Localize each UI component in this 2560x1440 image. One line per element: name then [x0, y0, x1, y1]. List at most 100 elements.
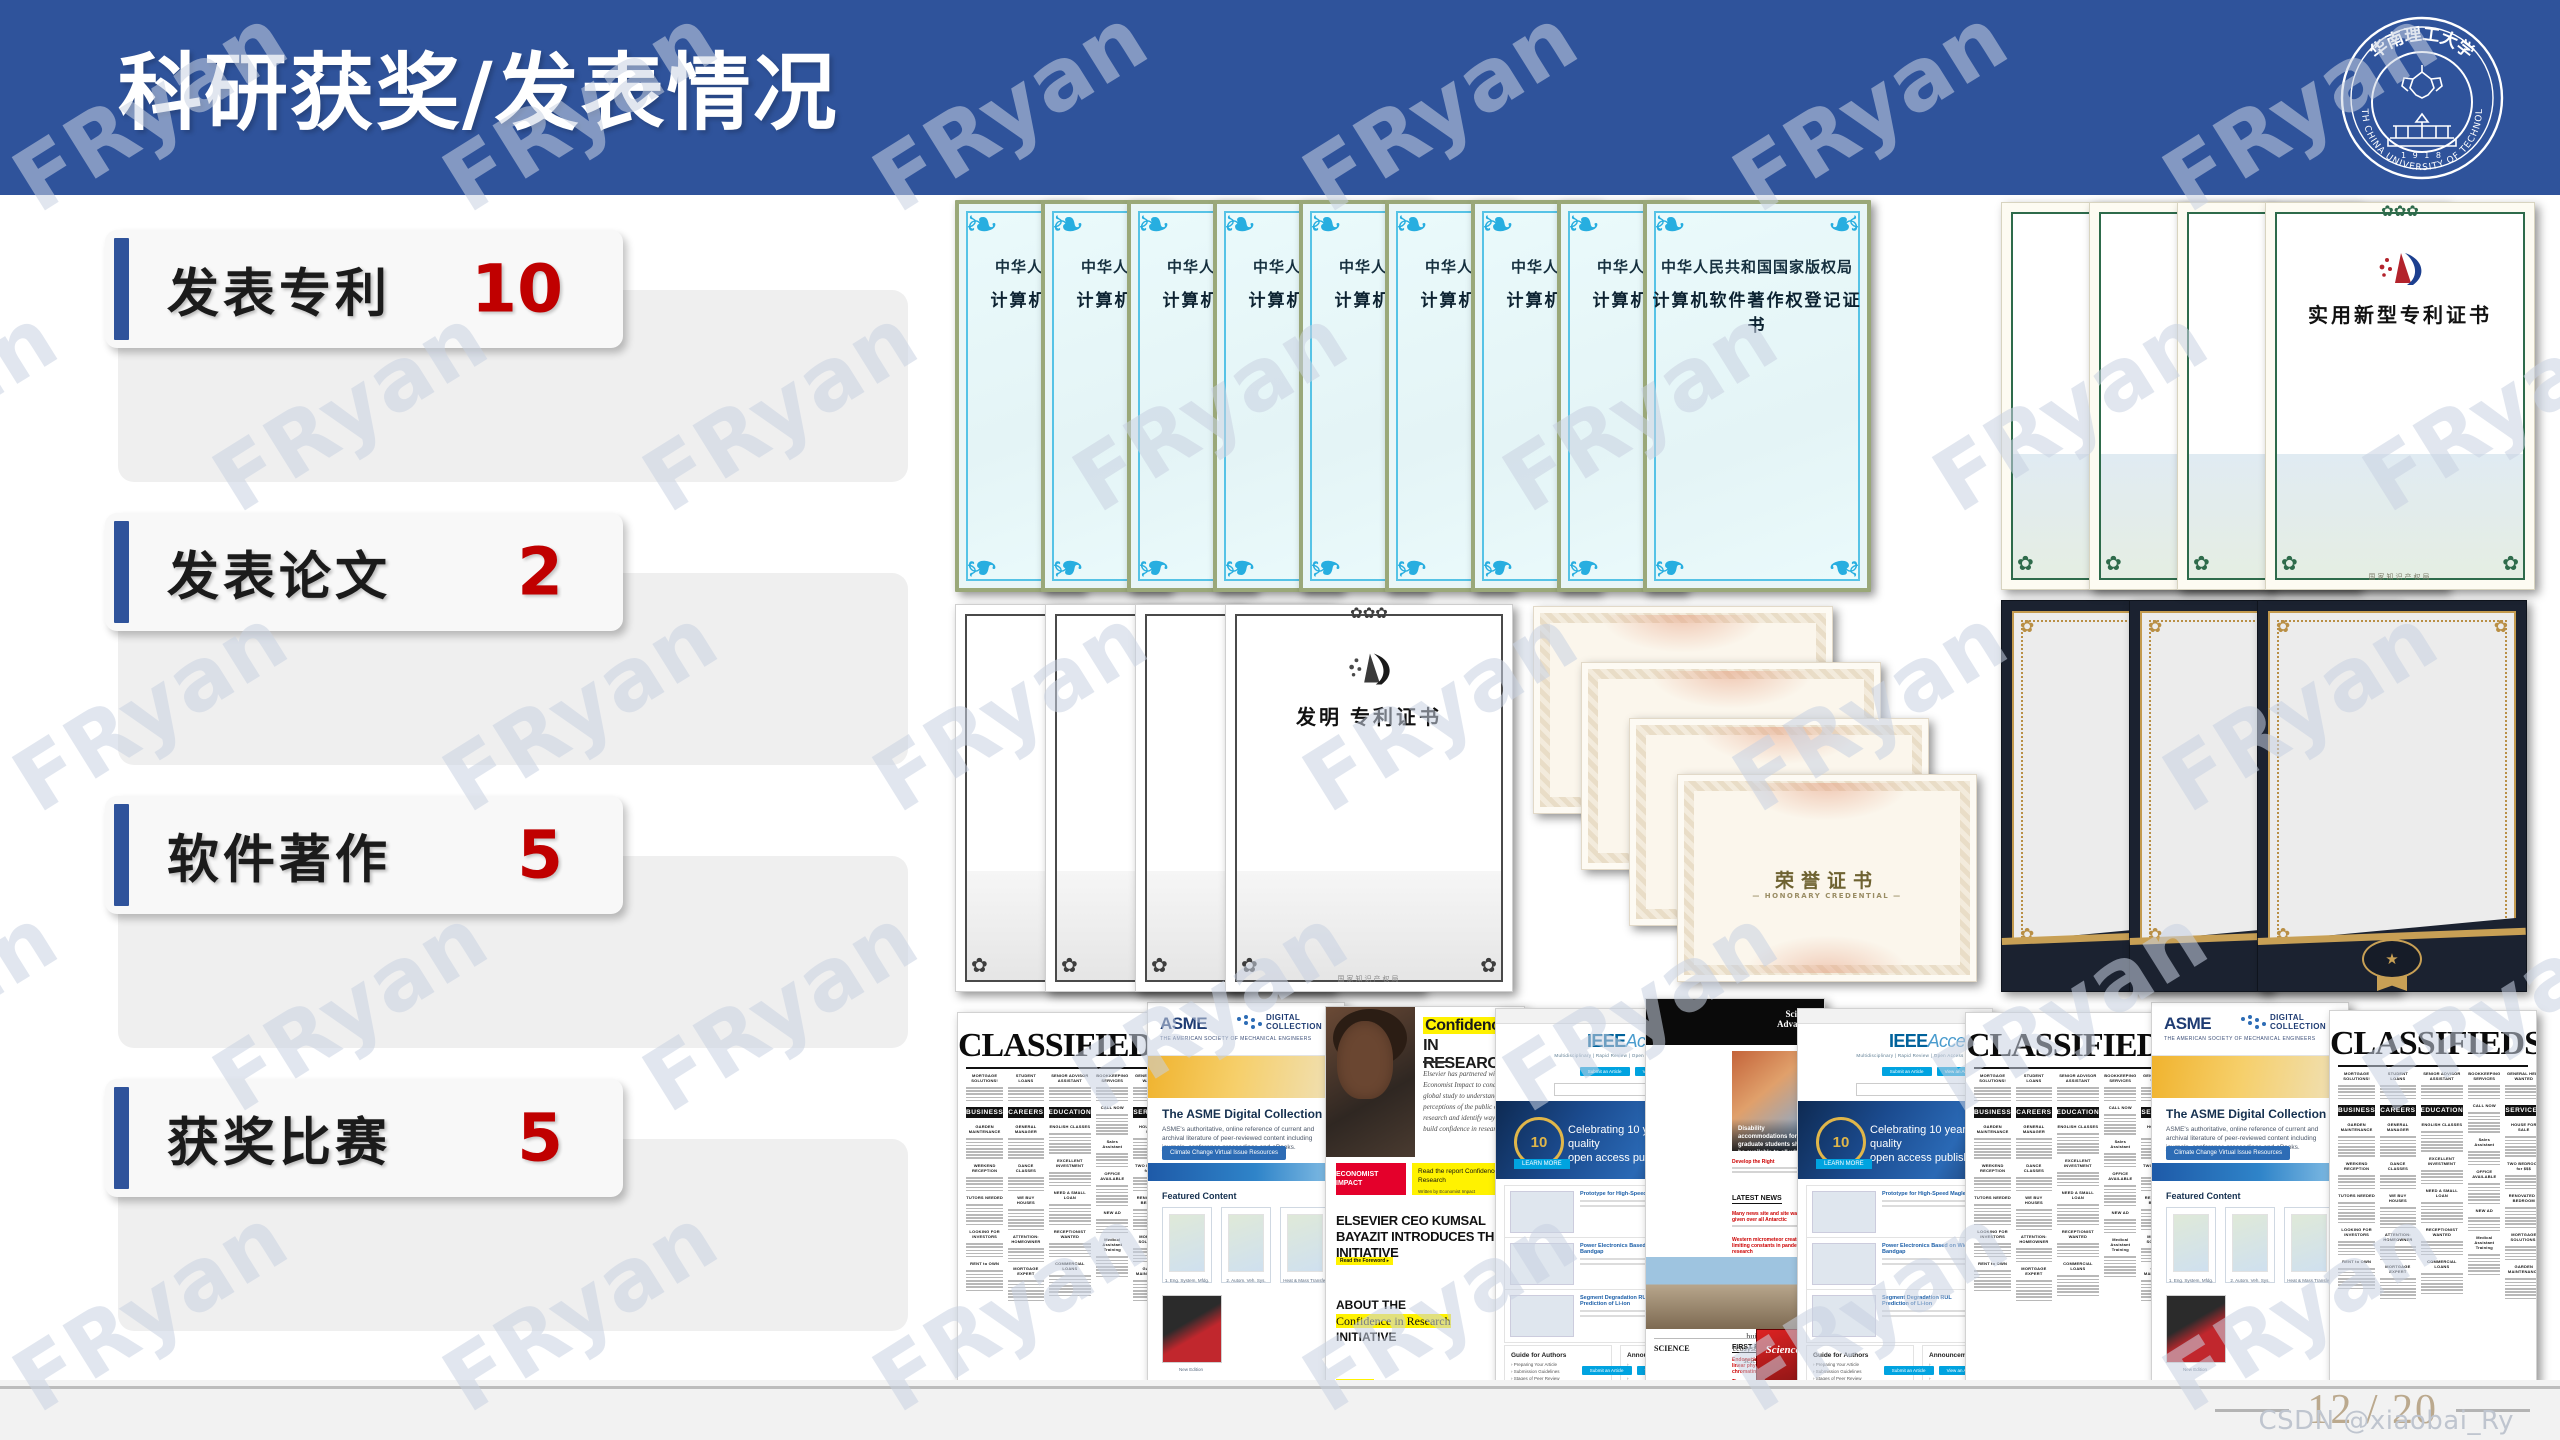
- ieee-article-title[interactable]: Power Electronics Based on Wide Bandgap: [1882, 1243, 1978, 1255]
- asme-featured-card[interactable]: Heat & Mass Transfer: [2284, 1207, 2334, 1283]
- stat-value: 10: [471, 250, 563, 328]
- classifieds-ad-heading: Sales Assistant: [2110, 1139, 2131, 1150]
- classifieds-ad-body: [1048, 1087, 1092, 1102]
- classifieds-ad-heading: TUTORS NEEDED: [966, 1195, 1003, 1201]
- classifieds-ad-heading: GARDEN MAINTENANCE: [2507, 1264, 2537, 1275]
- classifieds-ad-body: [1008, 1138, 1044, 1160]
- classifieds-ad-body: [1008, 1248, 1044, 1263]
- ieee-guide-panel: Guide for Authors › Preparing Your Articl…: [1806, 1345, 1914, 1383]
- ieee-article-row[interactable]: Segment Degradation RUL Prediction of Li…: [1806, 1289, 1984, 1343]
- elsevier-foreword-link[interactable]: Read the Foreword ▸: [1336, 1257, 1394, 1265]
- asme-logo: ASME: [2164, 1014, 2212, 1033]
- honorary-credential-stack[interactable]: 荣誉证书荣誉证书荣誉证书荣誉证书— HONORARY CREDENTIAL —: [1533, 606, 1983, 994]
- classifieds-ad-body: [2016, 1209, 2052, 1231]
- certificate-dotted-border: [2277, 620, 2507, 942]
- ieee-article-text: Prototype for High-Speed Maglev: [1882, 1191, 1978, 1233]
- publication-classifieds[interactable]: CLASSIFIEDS MORTGAGE SOLUTIONS! BUSINESS GA…: [957, 1012, 1169, 1384]
- certificate-blush-top: [1599, 615, 1767, 653]
- utility-model-patent-stack[interactable]: ✿✿✿✿✿✿✿✿✿✿✿✿✿✿✿✿✿✿✿✿实用新型专利证书国家知识产权局: [2001, 202, 2535, 594]
- classifieds-ad-heading: GARDEN MAINTENANCE: [2340, 1122, 2373, 1133]
- ieee-article-row[interactable]: Power Electronics Based on Wide Bandgap: [1806, 1237, 1984, 1291]
- ieee-action-button[interactable]: Submit an Article: [1883, 1366, 1934, 1375]
- invention-patent-certificate[interactable]: ✿ ✿ ✿✿✿ 发明 专利证书 国家知识产权局: [1225, 604, 1513, 992]
- stat-card[interactable]: 软件著作 5: [105, 796, 623, 914]
- ieee-article-row[interactable]: Prototype for High-Speed Maglev: [1806, 1185, 1984, 1239]
- asme-featured-caption: 2. Autom. Veh. Sys.: [2230, 1278, 2270, 1283]
- asme-featured-card[interactable]: 1. Eng. System, Mfdg.: [1162, 1207, 1212, 1283]
- stat-block-software[interactable]: 软件著作 5: [0, 796, 908, 1048]
- stat-label: 获奖比赛: [167, 1112, 392, 1174]
- ieee-article-text: Power Electronics Based on Wide Bandgap: [1882, 1243, 1978, 1285]
- publication-classifieds-3[interactable]: CLASSIFIEDS MORTGAGE SOLUTIONS! BUSINESS GA…: [2329, 1010, 2537, 1384]
- stat-card[interactable]: 发表专利 10: [105, 230, 623, 348]
- asme-cta-button[interactable]: Climate Change Virtual Issue Resources: [1162, 1146, 1286, 1160]
- classifieds-section-header: EDUCATION: [2056, 1107, 2100, 1119]
- stat-block-patents[interactable]: 发表专利 10: [0, 230, 908, 482]
- classifieds-ad-heading: RENOVATED 3 BEDROOM: [2508, 1193, 2537, 1204]
- classifieds-ad-body: [2420, 1131, 2464, 1153]
- publication-ieee-access-2[interactable]: IEEEAccess Multidisciplinary | Rapid Revi…: [1797, 1008, 1993, 1384]
- award-certificate[interactable]: ✿✿✿✿★: [2257, 600, 2527, 992]
- classifieds-section-header: BUSINESS: [2338, 1105, 2376, 1117]
- classifieds-ad-heading: COMMERCIAL LOANS: [1055, 1261, 1085, 1272]
- asme-featured-card[interactable]: [1162, 1295, 1222, 1363]
- stat-block-awards[interactable]: 获奖比赛 5: [0, 1079, 908, 1331]
- classifieds-ad-heading: WEEKEND RECEPTION: [2344, 1161, 2370, 1172]
- asme-featured-card[interactable]: Heat & Mass Transfer: [1280, 1207, 1330, 1283]
- ieee-learn-more-button[interactable]: LEARN MORE: [1816, 1159, 1872, 1169]
- software-copyright-stack[interactable]: ❧❧❧❧中华人计算机❧❧❧❧中华人计算机❧❧❧❧中华人计算机❧❧❧❧中华人计算机…: [955, 200, 1965, 595]
- asme-featured-card[interactable]: 2. Autom. Veh. Sys.: [2225, 1207, 2275, 1283]
- classifieds-ad-heading: Sales Assistant: [2474, 1137, 2495, 1148]
- classifieds-ad-heading: Sales Assistant: [1102, 1139, 1123, 1150]
- stat-card[interactable]: 获奖比赛 5: [105, 1079, 623, 1197]
- classifieds-ad-heading: RENT to OWN: [970, 1261, 1000, 1267]
- ieee-article-text: Segment Degradation RUL Prediction of Li…: [1882, 1295, 1978, 1337]
- asme-featured-card[interactable]: 1. Eng. System, Mfdg.: [2166, 1207, 2216, 1283]
- publication-asme-2[interactable]: ASME DIGITAL COLLECTION THE AMERICAN SOCIET…: [2151, 1002, 2349, 1384]
- classifieds-title: CLASSIFIEDS: [1966, 1027, 2177, 1064]
- invention-patent-stack[interactable]: ✿✿✿✿✿✿✿✿✿✿✿✿✿✿✿✿✿✿✿✿发明 专利证书国家知识产权局: [955, 604, 1515, 996]
- classifieds-ad-body: [966, 1087, 1004, 1102]
- slide-root: 科研获奖/发表情况 华南理工大学 SOUTH CHINA UNIVERSITY …: [0, 0, 2560, 1440]
- stat-label: 发表论文: [167, 546, 392, 608]
- ieee-learn-more-button[interactable]: LEARN MORE: [1514, 1159, 1570, 1169]
- publication-classifieds-2[interactable]: CLASSIFIEDS MORTGAGE SOLUTIONS! BUSINESS GA…: [1965, 1012, 2177, 1384]
- ieee-search-input[interactable]: [1856, 1083, 1982, 1096]
- classifieds-section-header: CAREERS: [2016, 1107, 2052, 1119]
- classifieds-section-header: BUSINESS: [966, 1107, 1004, 1119]
- portrait-face: [1336, 1021, 1393, 1099]
- ieee-article-title[interactable]: Segment Degradation RUL Prediction of Li…: [1882, 1295, 1978, 1307]
- classifieds-ad-body: [1008, 1209, 1044, 1231]
- asme-header: ASME DIGITAL COLLECTION THE AMERICAN SOCIET…: [1148, 1003, 1344, 1056]
- classifieds-ad-heading: GENERAL MANAGER: [2022, 1124, 2045, 1135]
- ieee-article-thumbnail: [1510, 1295, 1574, 1337]
- vine-ornament-icon: ✿✿✿: [1350, 606, 1388, 622]
- classifieds-title: CLASSIFIEDS: [2330, 1025, 2537, 1062]
- asme-featured-card[interactable]: 2. Autom. Veh. Sys.: [1221, 1207, 1271, 1283]
- classifieds-ad-body: [1096, 1087, 1129, 1102]
- asme-cta-button[interactable]: Climate Change Virtual Issue Resources: [2166, 1146, 2290, 1160]
- ieee-article-title[interactable]: Prototype for High-Speed Maglev: [1882, 1191, 1978, 1197]
- ieee-action-button[interactable]: Submit an Article: [1579, 1067, 1630, 1076]
- classifieds-ad-body: [1048, 1275, 1092, 1297]
- ieee-action-button[interactable]: Submit an Article: [1581, 1366, 1632, 1375]
- classifieds-ad-heading: STUDENT LOANS: [1015, 1073, 1037, 1083]
- award-certificate-stack[interactable]: ✿✿✿✿✿✿✿✿✿✿✿✿★: [2001, 600, 2535, 996]
- honorary-credential-certificate[interactable]: 荣誉证书 — HONORARY CREDENTIAL —: [1677, 774, 1977, 982]
- flourish-icon: ❧: [1481, 545, 1515, 590]
- asme-featured-card[interactable]: [2166, 1295, 2226, 1363]
- classifieds-ad-body: [1008, 1087, 1044, 1102]
- classifieds-ad-body: [2505, 1136, 2536, 1158]
- stat-card[interactable]: 发表论文 2: [105, 513, 623, 631]
- asme-heading: The ASME Digital Collection: [2166, 1107, 2327, 1121]
- software-copyright-certificate[interactable]: ❧ ❧ ❧ ❧ 中华人民共和国国家版权局 计算机软件著作权登记证书: [1643, 200, 1871, 592]
- utility-model-patent-certificate[interactable]: ✿ ✿ ✿✿✿ 实用新型专利证书 国家知识产权局: [2265, 202, 2535, 590]
- award-seal-icon: ★: [2362, 939, 2422, 979]
- classifieds-ad-heading: ENGLISH CLASSES: [2057, 1124, 2099, 1130]
- asme-heading: The ASME Digital Collection: [1162, 1107, 1323, 1121]
- ieee-action-button[interactable]: Submit an Article: [1881, 1067, 1932, 1076]
- flourish-icon: ❧: [1567, 545, 1601, 590]
- university-logo-icon: 华南理工大学 SOUTH CHINA UNIVERSITY OF TECHNOL…: [2334, 7, 2506, 182]
- stat-block-papers[interactable]: 发表论文 2: [0, 513, 908, 765]
- publication-asme[interactable]: ASME DIGITAL COLLECTION THE AMERICAN SOCIET…: [1147, 1002, 1345, 1384]
